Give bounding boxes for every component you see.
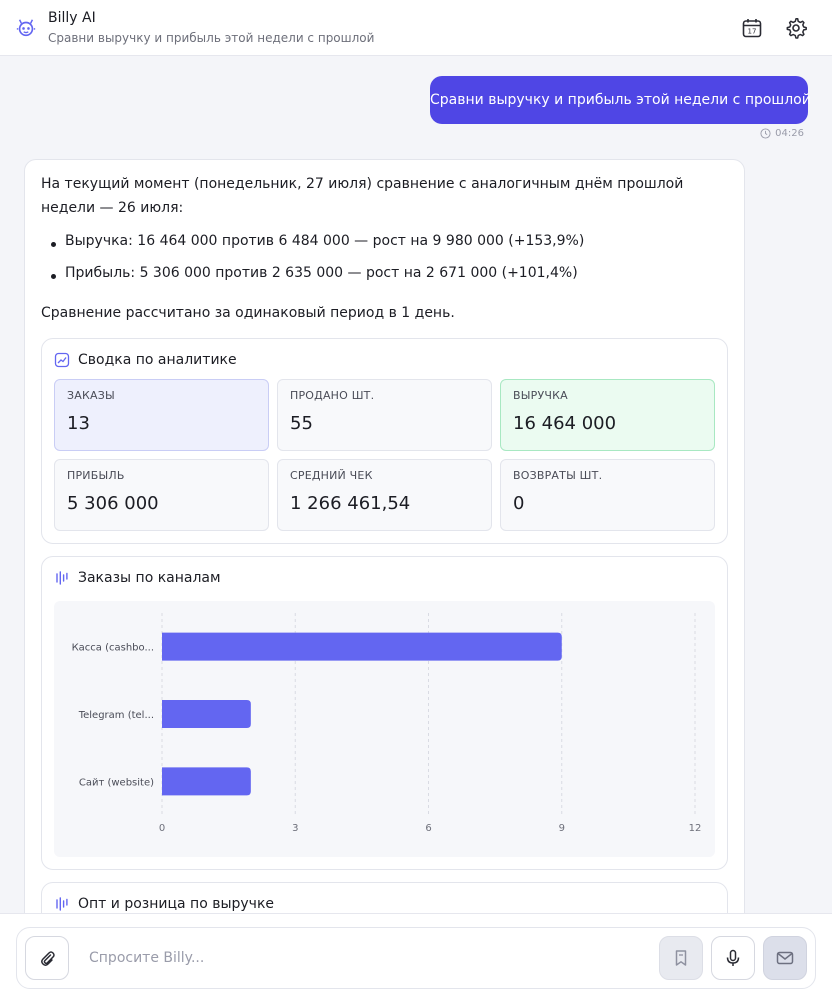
stat-average-check: СРЕДНИЙ ЧЕК 1 266 461,54	[277, 459, 492, 531]
stat-label: ЗАКАЗЫ	[67, 389, 115, 402]
composer	[16, 927, 816, 989]
composer-bar	[0, 913, 832, 1000]
saved-prompts-button[interactable]	[659, 936, 703, 980]
stat-value: 13	[67, 413, 90, 434]
stat-value: 1 266 461,54	[290, 493, 411, 514]
stat-revenue: ВЫРУЧКА 16 464 000	[500, 379, 715, 451]
bot-note: Сравнение рассчитано за одинаковый перио…	[41, 305, 455, 321]
app-header: Billy AI Сравни выручку и прибыль этой н…	[0, 0, 832, 56]
send-button[interactable]	[763, 936, 807, 980]
x-tick-label: 6	[425, 823, 431, 834]
clock-icon	[760, 128, 771, 139]
stat-value: 0	[513, 493, 525, 514]
calendar-day: 17	[748, 28, 757, 36]
voice-input-button[interactable]	[711, 936, 755, 980]
category-label: Сайт (website)	[79, 777, 154, 788]
stat-label: ПРИБЫЛЬ	[67, 469, 125, 482]
message-input[interactable]	[89, 946, 649, 970]
bar	[162, 632, 562, 661]
chart-title: Заказы по каналам	[78, 570, 221, 586]
panel-header: Заказы по каналам	[54, 570, 221, 586]
x-tick-label: 3	[292, 823, 298, 834]
stat-value: 16 464 000	[513, 413, 617, 434]
category-label: Касса (cashbo...	[72, 643, 154, 654]
x-tick-label: 9	[559, 823, 565, 834]
bar	[162, 700, 251, 728]
bot-logo-icon	[16, 19, 36, 37]
stat-sold-units: ПРОДАНО ШТ. 55	[277, 379, 492, 451]
stat-orders: ЗАКАЗЫ 13	[54, 379, 269, 451]
analytics-summary-panel: Сводка по аналитике ЗАКАЗЫ 13 ПРОДАНО ШТ…	[41, 338, 728, 544]
bar-chart-icon	[56, 571, 68, 585]
stat-profit: ПРИБЫЛЬ 5 306 000	[54, 459, 269, 531]
stat-label: ВОЗВРАТЫ ШТ.	[513, 469, 603, 482]
bookmark-icon	[675, 950, 687, 966]
chart-area: 0 3 6 9 12 Касса (cashbo... Telegram (tel... Са…	[54, 601, 715, 857]
attach-button[interactable]	[25, 936, 69, 980]
wholesale-retail-panel: Опт и розница по выручке	[41, 882, 728, 913]
stat-label: ВЫРУЧКА	[513, 389, 568, 402]
orders-by-channel-panel: Заказы по каналам 0 3 6 9 12 Касса (cashbo...…	[41, 556, 728, 870]
send-icon	[776, 951, 794, 965]
gear-icon[interactable]	[784, 16, 808, 40]
app-title: Billy AI	[48, 10, 96, 26]
message-timestamp: 04:26	[760, 128, 804, 139]
bar	[162, 767, 251, 796]
analytics-icon	[54, 352, 70, 368]
user-message: Сравни выручку и прибыль этой недели с п…	[430, 76, 811, 124]
panel-header: Сводка по аналитике	[54, 352, 237, 368]
x-tick-label: 12	[689, 823, 702, 834]
bullet-revenue: Выручка: 16 464 000 против 6 484 000 — р…	[49, 231, 584, 263]
bar-chart-icon	[56, 897, 68, 911]
calendar-icon[interactable]: 17	[740, 16, 764, 40]
message-time: 04:26	[775, 128, 804, 139]
bot-message: На текущий момент (понедельник, 27 июля)…	[24, 159, 745, 913]
paperclip-icon	[41, 951, 55, 966]
bot-intro: На текущий момент (понедельник, 27 июля)…	[41, 176, 684, 216]
stat-label: СРЕДНИЙ ЧЕК	[290, 469, 373, 482]
microphone-icon	[726, 949, 740, 966]
bot-bullet-list: Выручка: 16 464 000 против 6 484 000 — р…	[49, 231, 584, 295]
bullet-profit: Прибыль: 5 306 000 против 2 635 000 — ро…	[49, 263, 584, 295]
panel-header: Опт и розница по выручке	[54, 896, 274, 912]
orders-by-channel-chart: 0 3 6 9 12 Касса (cashbo... Telegram (tel... Са…	[72, 613, 702, 834]
stat-value: 5 306 000	[67, 493, 159, 514]
stat-returns: ВОЗВРАТЫ ШТ. 0	[500, 459, 715, 531]
x-tick-label: 0	[159, 823, 165, 834]
chat-area[interactable]: Сравни выручку и прибыль этой недели с п…	[0, 56, 832, 913]
stat-label: ПРОДАНО ШТ.	[290, 389, 375, 402]
panel-title: Опт и розница по выручке	[78, 896, 275, 912]
stat-value: 55	[290, 413, 313, 434]
summary-title: Сводка по аналитике	[78, 352, 237, 368]
category-label: Telegram (tel...	[78, 710, 154, 721]
conversation-subtitle: Сравни выручку и прибыль этой недели с п…	[48, 31, 375, 45]
